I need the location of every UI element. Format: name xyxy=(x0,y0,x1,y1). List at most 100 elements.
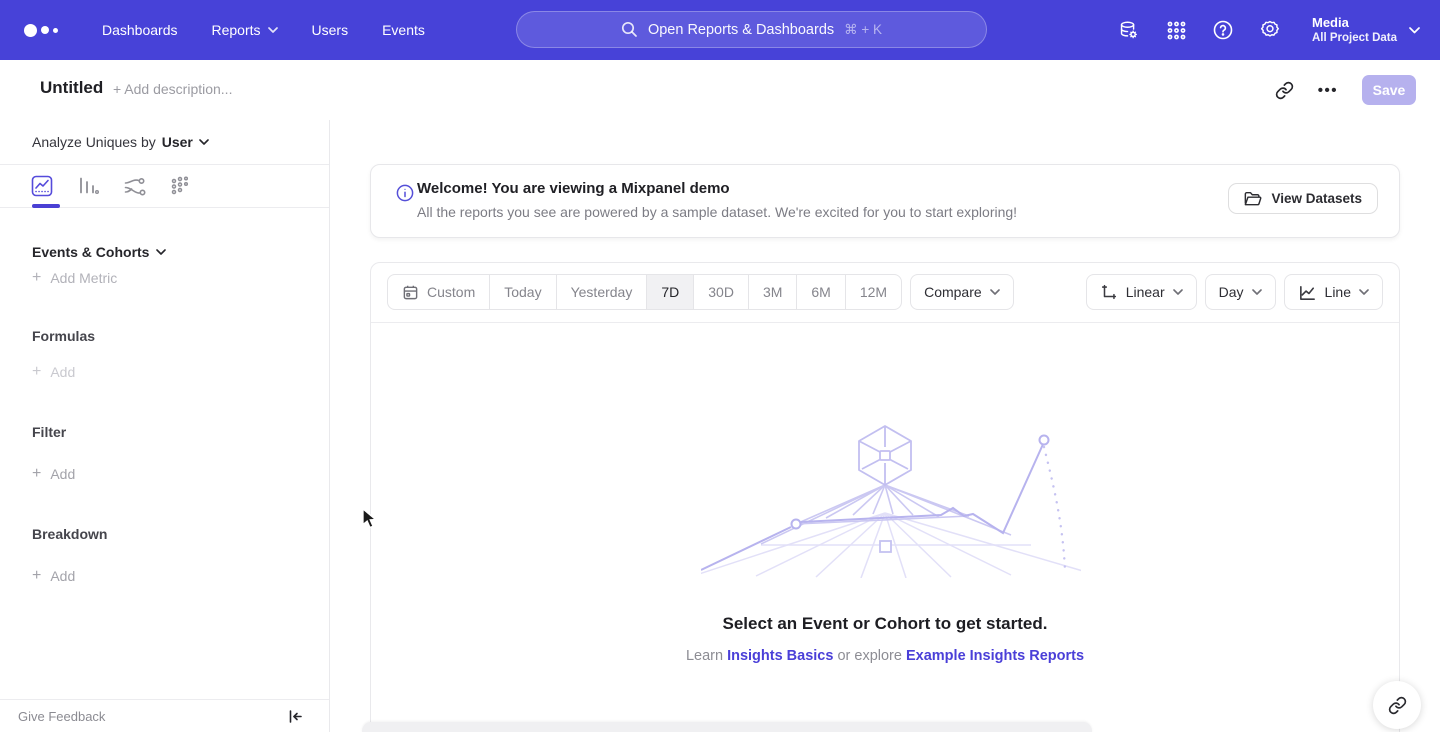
tab-flows[interactable] xyxy=(122,174,146,198)
top-nav-bar: Dashboards Reports Users Events Open Rep… xyxy=(0,0,1440,60)
data-management-icon[interactable] xyxy=(1118,19,1140,41)
search-shortcut: ⌘ + K xyxy=(844,22,882,38)
help-icon[interactable] xyxy=(1212,19,1234,41)
more-options-button[interactable]: ••• xyxy=(1318,82,1338,99)
chevron-down-icon xyxy=(1409,27,1420,34)
floating-copy-link-button[interactable] xyxy=(1373,681,1421,729)
collapse-sidebar-icon[interactable] xyxy=(288,709,303,724)
settings-gear-icon[interactable] xyxy=(1259,19,1281,41)
add-formula-button[interactable]: + Add xyxy=(32,363,75,381)
range-6m[interactable]: 6M xyxy=(797,275,845,309)
scale-label: Linear xyxy=(1126,284,1165,300)
nav-label: Users xyxy=(312,22,349,38)
nav-label: Dashboards xyxy=(102,22,178,38)
insights-basics-link[interactable]: Insights Basics xyxy=(727,648,833,664)
date-range-segmented-control: Custom Today Yesterday 7D 30D 3M 6M 12M xyxy=(387,274,902,310)
add-label: Add xyxy=(50,568,75,584)
tab-insights-line[interactable] xyxy=(30,174,54,198)
copy-link-icon[interactable] xyxy=(1275,81,1294,100)
chevron-down-icon xyxy=(1252,289,1262,295)
scale-dropdown[interactable]: Linear xyxy=(1086,274,1197,310)
give-feedback-link[interactable]: Give Feedback xyxy=(18,709,105,724)
project-scope: All Project Data xyxy=(1312,31,1397,46)
bottom-panel-edge xyxy=(362,722,1092,732)
events-cohorts-label: Events & Cohorts xyxy=(32,244,149,260)
range-today[interactable]: Today xyxy=(490,275,556,309)
tab-segmentation-dots[interactable] xyxy=(168,174,192,198)
insights-chart-card: Custom Today Yesterday 7D 30D 3M 6M 12M … xyxy=(370,262,1400,732)
divider xyxy=(371,322,1399,323)
analyze-by-dropdown[interactable]: User xyxy=(162,134,209,150)
plus-icon: + xyxy=(32,465,41,483)
logo-dot xyxy=(24,24,37,37)
analyze-uniques-row: Analyze Uniques by User xyxy=(0,120,329,165)
range-yesterday[interactable]: Yesterday xyxy=(557,275,648,309)
range-label: 6M xyxy=(811,284,830,300)
range-7d[interactable]: 7D xyxy=(647,275,694,309)
banner-subtitle: All the reports you see are powered by a… xyxy=(417,204,1017,220)
plus-icon: + xyxy=(32,269,41,287)
add-description-field[interactable]: + Add description... xyxy=(113,81,232,97)
formulas-heading: Formulas xyxy=(32,328,95,344)
range-label: 7D xyxy=(661,284,679,300)
demo-welcome-banner: Welcome! You are viewing a Mixpanel demo… xyxy=(370,164,1400,238)
interval-label: Day xyxy=(1219,284,1244,300)
logo-dot xyxy=(41,26,49,34)
global-search-input[interactable]: Open Reports & Dashboards ⌘ + K xyxy=(516,11,987,48)
nav-dashboards[interactable]: Dashboards xyxy=(102,22,178,38)
compare-dropdown[interactable]: Compare xyxy=(910,274,1014,310)
compare-label: Compare xyxy=(924,284,982,300)
empty-state-links: Learn Insights Basics or explore Example… xyxy=(371,648,1399,664)
range-label: 3M xyxy=(763,284,782,300)
interval-dropdown[interactable]: Day xyxy=(1205,274,1276,310)
chart-type-label: Line xyxy=(1325,284,1351,300)
chart-type-dropdown[interactable]: Line xyxy=(1284,274,1383,310)
range-3m[interactable]: 3M xyxy=(749,275,797,309)
active-tab-underline xyxy=(32,204,60,208)
folder-icon xyxy=(1244,191,1262,207)
search-placeholder: Open Reports & Dashboards xyxy=(648,22,834,38)
chevron-down-icon xyxy=(1173,289,1183,295)
logo-dot xyxy=(53,28,58,33)
project-name: Media xyxy=(1312,15,1397,31)
banner-title: Welcome! You are viewing a Mixpanel demo xyxy=(417,180,730,197)
apps-grid-icon[interactable] xyxy=(1165,19,1187,41)
add-filter-button[interactable]: + Add xyxy=(32,465,75,483)
empty-state-title: Select an Event or Cohort to get started… xyxy=(371,614,1399,634)
report-header: Untitled + Add description... ••• Save xyxy=(0,60,1440,120)
line-chart-icon xyxy=(1298,283,1317,302)
tab-bar-chart[interactable] xyxy=(76,174,100,198)
events-cohorts-header[interactable]: Events & Cohorts xyxy=(32,244,166,260)
save-button[interactable]: Save xyxy=(1362,75,1416,105)
report-title[interactable]: Untitled xyxy=(40,78,103,98)
view-datasets-label: View Datasets xyxy=(1271,191,1362,206)
chart-controls-row: Custom Today Yesterday 7D 30D 3M 6M 12M … xyxy=(387,274,1383,310)
range-label: Today xyxy=(504,284,541,300)
nav-users[interactable]: Users xyxy=(312,22,349,38)
query-builder-sidebar: Analyze Uniques by User xyxy=(0,120,330,732)
add-breakdown-button[interactable]: + Add xyxy=(32,567,75,585)
linear-axis-icon xyxy=(1100,283,1118,301)
range-label: Yesterday xyxy=(571,284,633,300)
nav-events[interactable]: Events xyxy=(382,22,425,38)
range-custom[interactable]: Custom xyxy=(388,275,490,309)
view-datasets-button[interactable]: View Datasets xyxy=(1228,183,1378,214)
project-selector[interactable]: Media All Project Data xyxy=(1312,15,1420,46)
range-label: 30D xyxy=(708,284,734,300)
chevron-down-icon xyxy=(268,27,278,33)
mixpanel-logo[interactable] xyxy=(24,24,68,37)
nav-label: Reports xyxy=(212,22,261,38)
info-icon xyxy=(396,184,414,207)
chevron-down-icon xyxy=(199,139,209,145)
add-label: Add xyxy=(50,466,75,482)
nav-label: Events xyxy=(382,22,425,38)
visualization-tabs xyxy=(0,165,329,208)
add-metric-button[interactable]: + Add Metric xyxy=(32,269,117,287)
example-insights-reports-link[interactable]: Example Insights Reports xyxy=(906,648,1084,664)
range-30d[interactable]: 30D xyxy=(694,275,749,309)
nav-reports[interactable]: Reports xyxy=(212,22,278,38)
filter-heading: Filter xyxy=(32,424,66,440)
range-12m[interactable]: 12M xyxy=(846,275,901,309)
empty-state-illustration xyxy=(701,423,1081,578)
analyze-label: Analyze Uniques by xyxy=(32,134,156,150)
